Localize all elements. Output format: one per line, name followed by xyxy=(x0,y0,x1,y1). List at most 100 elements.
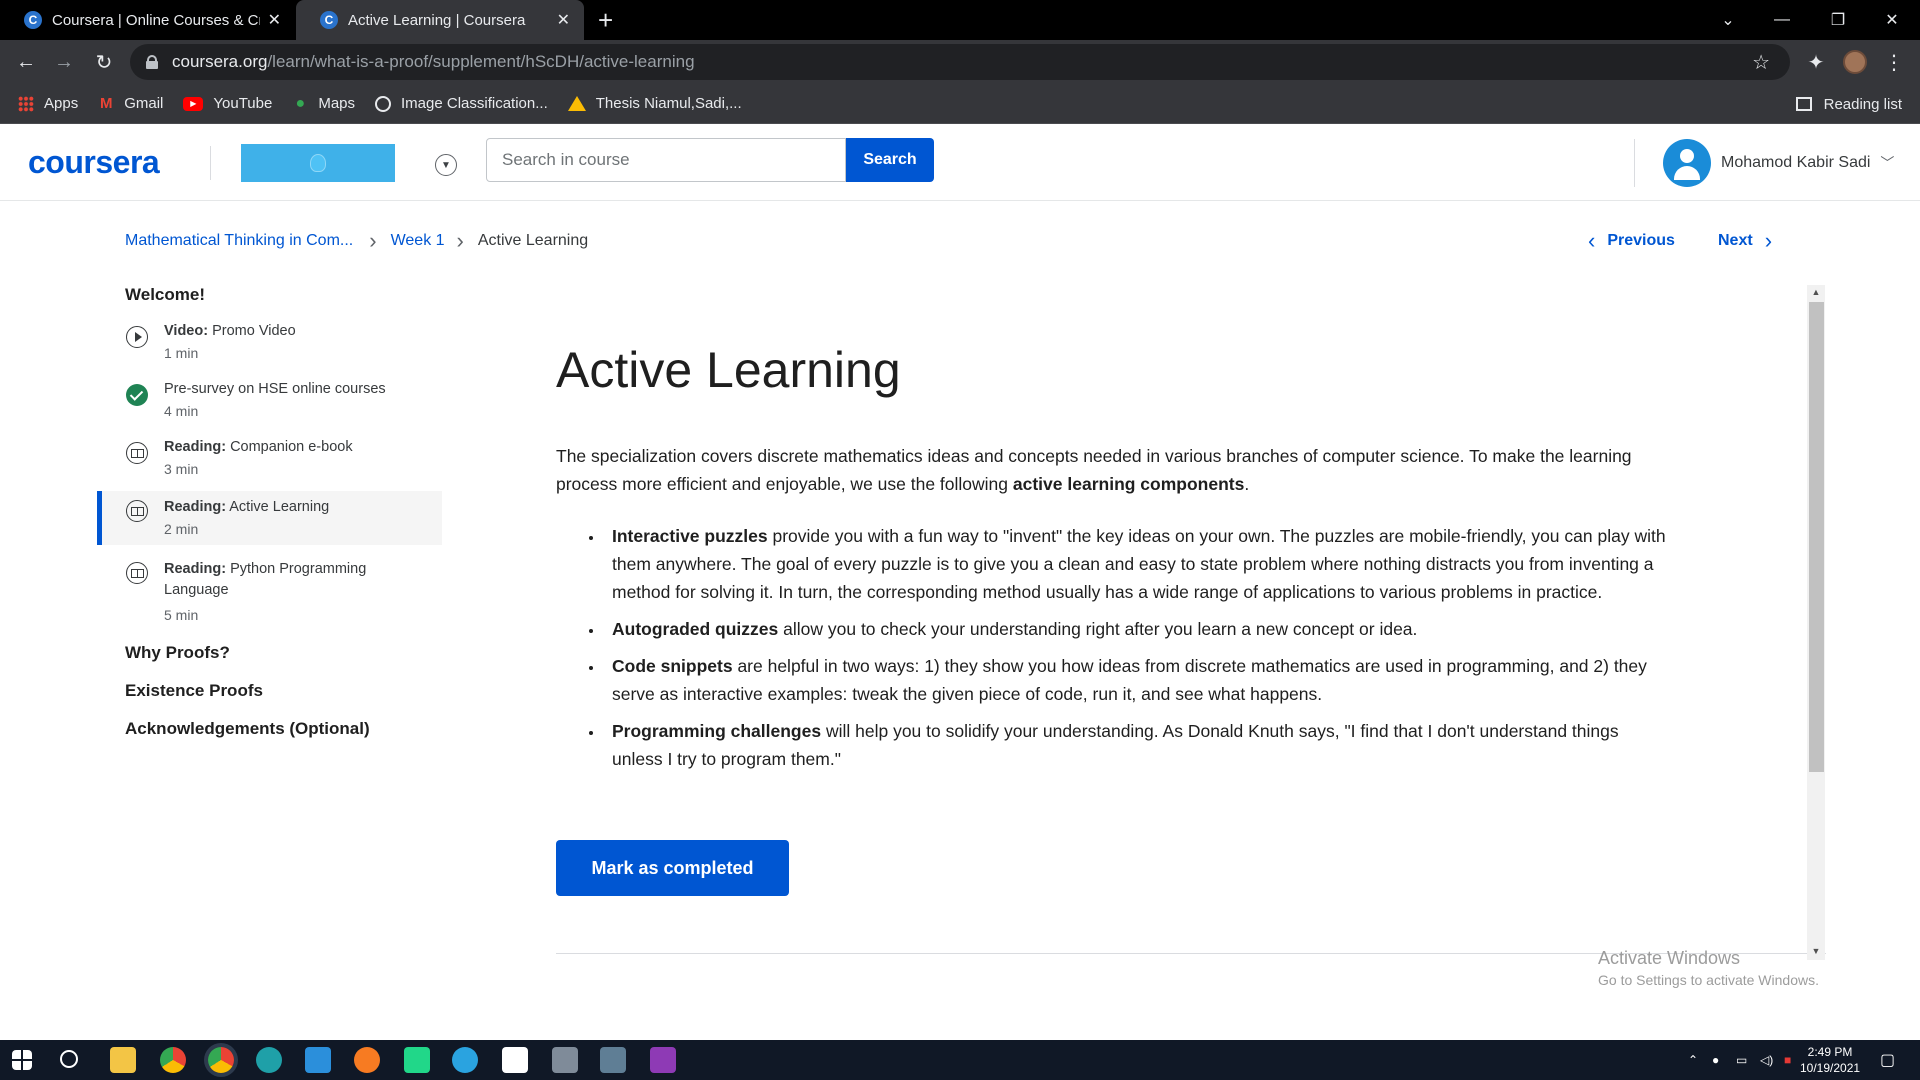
breadcrumb-course-link[interactable]: Mathematical Thinking in Com... xyxy=(125,232,353,250)
firefox-icon[interactable] xyxy=(354,1047,380,1073)
file-explorer-icon[interactable] xyxy=(110,1047,136,1073)
next-button[interactable]: Next › xyxy=(1718,228,1773,253)
course-search-input[interactable] xyxy=(486,138,846,182)
taskbar-clock[interactable]: 2:49 PM 10/19/2021 xyxy=(1800,1044,1860,1076)
chevron-down-icon: ﹀ xyxy=(1880,155,1895,171)
book-icon xyxy=(126,500,148,522)
notion-icon[interactable] xyxy=(502,1047,528,1073)
intro-paragraph: The specialization covers discrete mathe… xyxy=(556,442,1666,498)
address-bar[interactable]: coursera.org/learn/what-is-a-proof/suppl… xyxy=(130,44,1790,80)
search-button[interactable]: Search xyxy=(846,138,934,182)
previous-button[interactable]: ‹ Previous xyxy=(1588,228,1675,253)
chrome-menu-icon[interactable]: ⋮ xyxy=(1880,48,1908,76)
promo-banner[interactable] xyxy=(241,144,395,182)
divider xyxy=(210,146,211,180)
sidebar-item-python-language[interactable]: Reading: Python Programming Language 5 m… xyxy=(97,553,397,629)
item-kind: Reading: xyxy=(164,561,227,577)
tab-title: Coursera | Online Courses & Crec xyxy=(52,11,260,29)
bookmark-apps[interactable]: Apps xyxy=(18,95,78,112)
components-list: Interactive puzzles provide you with a f… xyxy=(556,522,1666,773)
clock-time: 2:49 PM xyxy=(1807,1045,1853,1059)
app-icon[interactable] xyxy=(552,1047,578,1073)
extensions-puzzle-icon[interactable]: ✦ xyxy=(1802,48,1830,76)
scrollbar-thumb[interactable] xyxy=(1809,302,1824,772)
drive-icon xyxy=(567,96,586,111)
chrome-active-icon[interactable] xyxy=(208,1047,234,1073)
profile-avatar-icon[interactable] xyxy=(1843,50,1867,74)
calculator-icon[interactable] xyxy=(600,1047,626,1073)
browser-tab-active[interactable]: C Active Learning | Coursera ✕ xyxy=(296,0,584,40)
reading-list-button[interactable]: Reading list xyxy=(1795,84,1902,124)
item-kind: Video: xyxy=(164,323,209,339)
tray-chevron-up-icon[interactable]: ⌃ xyxy=(1688,1040,1698,1080)
coursera-logo[interactable]: coursera xyxy=(28,144,160,181)
search-icon[interactable] xyxy=(60,1050,78,1068)
intro-bold: active learning components xyxy=(1012,474,1245,494)
chrome-icon[interactable] xyxy=(160,1047,186,1073)
sidebar-item-companion-ebook[interactable]: Reading: Companion e-book 3 min xyxy=(97,433,442,483)
coursera-favicon-icon: C xyxy=(320,11,338,29)
activation-watermark: Activate Windows Go to Settings to activ… xyxy=(1598,947,1819,991)
bookmark-star-icon[interactable]: ☆ xyxy=(1752,50,1770,75)
browser-tab[interactable]: C Coursera | Online Courses & Crec ✕ xyxy=(0,0,295,40)
lightbulb-icon xyxy=(310,154,326,172)
sidebar-item-promo-video[interactable]: Video: Promo Video 1 min xyxy=(97,317,442,367)
pycharm-icon[interactable] xyxy=(404,1047,430,1073)
url-host: coursera.org xyxy=(172,52,268,71)
volume-icon[interactable]: ◁) xyxy=(1760,1040,1773,1080)
item-duration: 2 min xyxy=(164,521,199,537)
user-menu[interactable]: Mohamod Kabir Sadi ﹀ xyxy=(1663,139,1894,187)
back-arrow-icon[interactable]: ← xyxy=(12,48,40,76)
item-title: Pre-survey on HSE online courses xyxy=(164,381,386,397)
chevron-left-icon: ‹ xyxy=(1588,228,1596,253)
close-window-icon[interactable]: ✕ xyxy=(1864,0,1920,40)
chevron-right-icon: › xyxy=(456,228,464,253)
network-icon[interactable]: ▭ xyxy=(1736,1040,1747,1080)
breadcrumb-week-link[interactable]: Week 1 xyxy=(391,232,445,250)
sidebar-section-acknowledgements[interactable]: Acknowledgements (Optional) xyxy=(97,719,442,739)
globe-icon xyxy=(375,95,392,112)
forward-arrow-icon[interactable]: → xyxy=(50,48,78,76)
watermark-subtitle: Go to Settings to activate Windows. xyxy=(1598,972,1819,988)
scroll-up-icon[interactable]: ▲ xyxy=(1810,287,1822,299)
sidebar-item-active-learning[interactable]: Reading: Active Learning 2 min xyxy=(97,491,442,545)
course-sidebar: Welcome! Video: Promo Video 1 min Pre-su… xyxy=(97,285,442,739)
list-item-bold: Code snippets xyxy=(612,656,733,676)
watermark-title: Activate Windows xyxy=(1598,948,1741,968)
notifications-icon[interactable]: ▢ xyxy=(1880,1040,1895,1080)
microphone-icon[interactable]: ● xyxy=(1712,1040,1719,1080)
maps-icon: ● xyxy=(295,94,306,112)
bookmark-youtube[interactable]: ▶ YouTube xyxy=(183,95,272,112)
sidebar-section-welcome[interactable]: Welcome! xyxy=(97,285,442,305)
restore-icon[interactable]: ❐ xyxy=(1810,0,1866,40)
list-item-text: allow you to check your understanding ri… xyxy=(778,619,1418,639)
close-tab-icon[interactable]: ✕ xyxy=(557,10,570,30)
new-tab-plus-icon[interactable]: + xyxy=(598,6,613,34)
bookmark-thesis[interactable]: Thesis Niamul,Sadi,... xyxy=(567,95,742,112)
bookmark-gmail[interactable]: M Gmail xyxy=(98,95,163,112)
item-duration: 1 min xyxy=(164,345,199,361)
sidebar-item-pre-survey[interactable]: Pre-survey on HSE online courses 4 min xyxy=(97,375,442,425)
minimize-icon[interactable]: — xyxy=(1754,0,1810,40)
chevron-down-icon[interactable]: ▼ xyxy=(435,154,457,176)
next-label: Next xyxy=(1718,232,1753,249)
antivirus-icon[interactable]: ■ xyxy=(1784,1040,1791,1080)
tab-search-chevron-icon[interactable]: ⌄ xyxy=(1700,0,1756,40)
sidebar-section-why-proofs[interactable]: Why Proofs? xyxy=(97,643,442,663)
reload-icon[interactable]: ↻ xyxy=(90,48,118,76)
bookmark-image-classification[interactable]: Image Classification... xyxy=(375,95,548,112)
close-tab-icon[interactable]: ✕ xyxy=(268,10,281,30)
youtube-icon: ▶ xyxy=(183,96,204,111)
sidebar-section-existence-proofs[interactable]: Existence Proofs xyxy=(97,681,442,701)
windows-start-icon[interactable] xyxy=(12,1050,32,1070)
user-avatar-icon xyxy=(1663,139,1711,187)
onenote-icon[interactable] xyxy=(650,1047,676,1073)
list-item: Autograded quizzes allow you to check yo… xyxy=(604,615,1666,643)
chevron-right-icon: › xyxy=(1764,228,1773,253)
bookmarks-bar: Apps M Gmail ▶ YouTube ● Maps Image Clas… xyxy=(0,84,1920,124)
mark-as-completed-button[interactable]: Mark as completed xyxy=(556,840,789,896)
vscode-icon[interactable] xyxy=(305,1047,331,1073)
telegram-icon[interactable] xyxy=(452,1047,478,1073)
bookmark-maps[interactable]: ● Maps xyxy=(292,94,355,113)
edge-icon[interactable] xyxy=(256,1047,282,1073)
